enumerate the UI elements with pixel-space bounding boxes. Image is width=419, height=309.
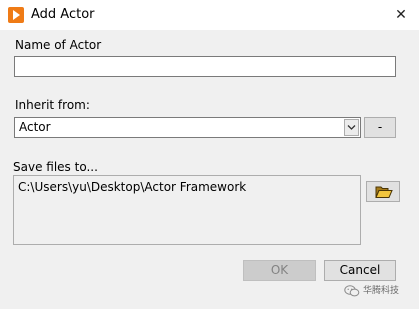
inherit-from-select[interactable]: Actor [14,117,361,138]
remove-parent-button[interactable]: - [364,117,396,138]
wechat-icon [344,284,360,296]
watermark-text: 华腾科技 [363,286,400,296]
add-actor-dialog: Add Actor ✕ Name of Actor Inherit from: … [0,0,419,309]
save-path-text: C:\Users\yu\Desktop\Actor Framework [18,180,247,194]
dropdown-arrow-button[interactable] [344,119,359,136]
actor-name-input[interactable] [14,56,396,77]
cancel-button[interactable]: Cancel [324,260,396,281]
chevron-down-icon [347,125,356,130]
close-button[interactable]: ✕ [392,6,410,24]
save-path-box[interactable]: C:\Users\yu\Desktop\Actor Framework [13,175,361,245]
ok-button[interactable]: OK [243,260,316,281]
window-title: Add Actor [31,7,95,22]
browse-folder-button[interactable] [366,181,400,202]
save-files-to-label: Save files to... [13,160,98,174]
labview-arrow-icon [8,7,24,23]
inherit-from-value: Actor [19,120,51,134]
watermark: 华腾科技 [344,283,399,299]
title-bar: Add Actor ✕ [0,0,419,30]
inherit-from-label: Inherit from: [15,98,90,112]
folder-open-icon [375,186,393,198]
name-of-actor-label: Name of Actor [15,38,102,52]
